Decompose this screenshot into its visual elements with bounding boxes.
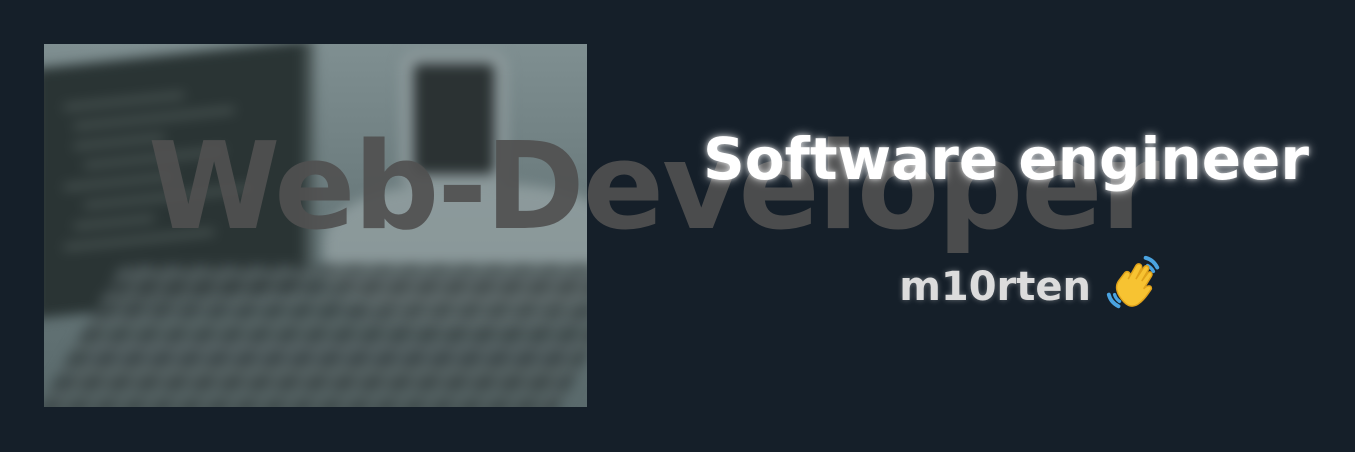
photo-code-line [64,92,184,110]
waving-hand-icon [1106,255,1160,309]
profile-banner: Web-Developer Software engineer m10rten [0,0,1355,452]
photo-code-line [74,216,154,229]
username-subtitle: m10rten [899,264,1091,310]
headline-title: Software engineer [702,125,1309,193]
photo-keyboard [44,264,587,407]
subtitle-row: m10rten [899,255,1165,318]
